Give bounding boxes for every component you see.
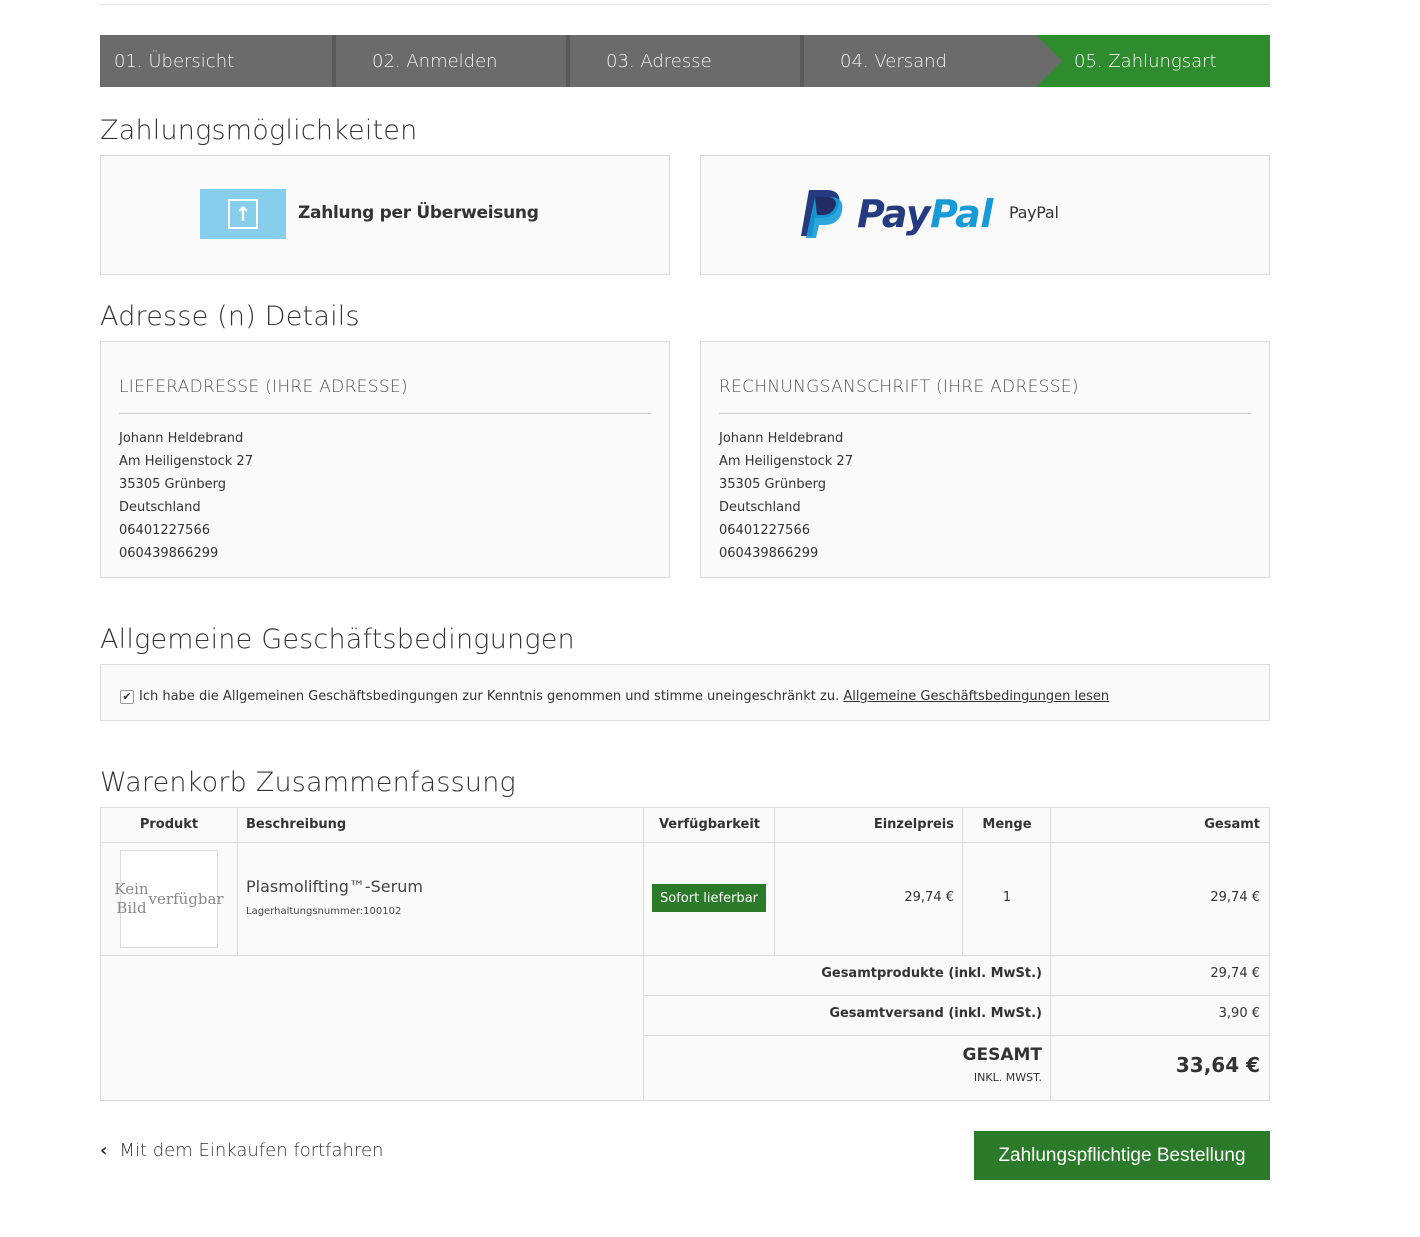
step-separator	[332, 35, 336, 87]
address-line: Johann Heldebrand	[119, 431, 244, 446]
col-header-total: Gesamt	[1204, 817, 1260, 832]
col-header-product: Produkt	[139, 817, 199, 832]
address-line: Johann Heldebrand	[719, 431, 844, 446]
table-rule	[237, 808, 238, 955]
summary-products-label: Gesamtprodukte (inkl. MwSt.)	[821, 966, 1042, 981]
col-header-description: Beschreibung	[246, 817, 347, 832]
cart-table: Produkt Beschreibung Verfügbarkeit Einze…	[100, 807, 1270, 1101]
billing-address-title: RECHNUNGSANSCHRIFT (IHRE ADRESSE)	[719, 377, 1079, 397]
agb-read-link[interactable]: Allgemeine Geschäftsbedingungen lesen	[843, 689, 1109, 704]
paypal-wordmark-pal: Pal	[930, 192, 993, 236]
agb-statement: Ich habe die Allgemeinen Geschäftsbeding…	[139, 689, 840, 704]
step-label: 02. Anmelden	[372, 50, 498, 72]
address-line: Deutschland	[719, 500, 801, 515]
checkout-steps: 01. Übersicht 02. Anmelden 03. Adresse 0…	[100, 35, 1270, 87]
step-login[interactable]: 02. Anmelden	[334, 35, 570, 87]
product-name[interactable]: Plasmolifting™-Serum	[246, 877, 423, 896]
continue-shopping-label: Mit dem Einkaufen fortfahren	[119, 1140, 384, 1161]
step-separator	[800, 35, 804, 87]
address-line: 06401227566	[719, 523, 810, 538]
step-separator	[566, 35, 570, 87]
paypal-p-icon	[801, 190, 843, 238]
product-no-image: Kein Bild verfügbar	[114, 850, 224, 948]
divider	[719, 413, 1251, 414]
shipping-address-title: LIEFERADRESSE (IHRE ADRESSE)	[119, 377, 408, 397]
continue-shopping-link[interactable]: ‹ Mit dem Einkaufen fortfahren	[100, 1140, 383, 1161]
address-line: Am Heiligenstock 27	[719, 454, 853, 469]
paypal-wordmark: PayPal	[857, 192, 993, 236]
address-heading: Adresse (n) Details	[100, 301, 360, 332]
product-sku: Lagerhaltungsnummer:100102	[246, 906, 402, 917]
table-rule	[644, 1035, 1269, 1036]
agb-text: Ich habe die Allgemeinen Geschäftsbeding…	[139, 689, 1109, 704]
address-line: 060439866299	[719, 546, 819, 561]
step-arrow	[1036, 35, 1062, 87]
address-line: 06401227566	[119, 523, 210, 538]
chevron-left-icon: ‹	[100, 1140, 108, 1161]
place-order-button[interactable]: Zahlungspflichtige Bestellung	[974, 1131, 1270, 1180]
cart-heading: Warenkorb Zusammenfassung	[100, 767, 516, 798]
top-divider	[100, 4, 1270, 5]
agb-checkbox[interactable]: ✔	[120, 690, 134, 704]
address-line: Deutschland	[119, 500, 201, 515]
shipping-address-lines: Johann Heldebrand Am Heiligenstock 27 35…	[119, 427, 253, 565]
address-line: 060439866299	[119, 546, 219, 561]
step-label: 04. Versand	[840, 50, 947, 72]
item-quantity: 1	[1002, 890, 1012, 905]
summary-shipping-value: 3,90 €	[1218, 1006, 1260, 1021]
table-rule	[101, 955, 1269, 956]
divider	[119, 413, 651, 414]
step-label: 03. Adresse	[606, 50, 712, 72]
payment-transfer-label: Zahlung per Überweisung	[298, 203, 539, 223]
arrow-up-icon: ↑	[228, 199, 258, 229]
step-payment-active[interactable]: 05. Zahlungsart	[1036, 35, 1270, 87]
payment-heading: Zahlungsmöglichkeiten	[100, 115, 418, 146]
agb-box: ✔ Ich habe die Allgemeinen Geschäftsbedi…	[100, 664, 1270, 721]
address-line: 35305 Grünberg	[119, 477, 227, 492]
col-header-availability: Verfügbarkeit	[658, 817, 761, 832]
billing-address-box: RECHNUNGSANSCHRIFT (IHRE ADRESSE) Johann…	[700, 341, 1270, 578]
item-unit-price: 29,74 €	[904, 890, 954, 905]
table-rule	[101, 842, 1269, 843]
summary-total-value: 33,64 €	[1175, 1053, 1260, 1077]
col-header-unit-price: Einzelpreis	[873, 817, 954, 832]
payment-paypal-label: PayPal	[1009, 203, 1059, 222]
summary-total-sublabel: INKL. MWST.	[973, 1071, 1042, 1084]
billing-address-lines: Johann Heldebrand Am Heiligenstock 27 35…	[719, 427, 853, 565]
step-label: 05. Zahlungsart	[1074, 50, 1217, 72]
step-label: 01. Übersicht	[114, 50, 235, 72]
agb-heading: Allgemeine Geschäftsbedingungen	[100, 624, 575, 655]
summary-total-label: GESAMT	[962, 1045, 1042, 1065]
table-rule	[644, 995, 1269, 996]
paypal-logo: PayPal	[799, 188, 993, 240]
summary-shipping-label: Gesamtversand (inkl. MwSt.)	[829, 1006, 1042, 1021]
shipping-address-box: LIEFERADRESSE (IHRE ADRESSE) Johann Held…	[100, 341, 670, 578]
payment-option-paypal[interactable]: PayPal PayPal	[700, 155, 1270, 275]
address-line: Am Heiligenstock 27	[119, 454, 253, 469]
item-total: 29,74 €	[1210, 890, 1260, 905]
step-address[interactable]: 03. Adresse	[568, 35, 804, 87]
availability-badge: Sofort lieferbar	[652, 884, 766, 912]
address-line: 35305 Grünberg	[719, 477, 827, 492]
step-overview[interactable]: 01. Übersicht	[100, 35, 336, 87]
upload-arrow-icon: ↑	[200, 189, 286, 239]
col-header-quantity: Menge	[982, 817, 1032, 832]
payment-option-transfer[interactable]: ↑ Zahlung per Überweisung	[100, 155, 670, 275]
summary-products-value: 29,74 €	[1210, 966, 1260, 981]
paypal-wordmark-pay: Pay	[857, 192, 931, 236]
step-shipping[interactable]: 04. Versand	[802, 35, 1062, 87]
